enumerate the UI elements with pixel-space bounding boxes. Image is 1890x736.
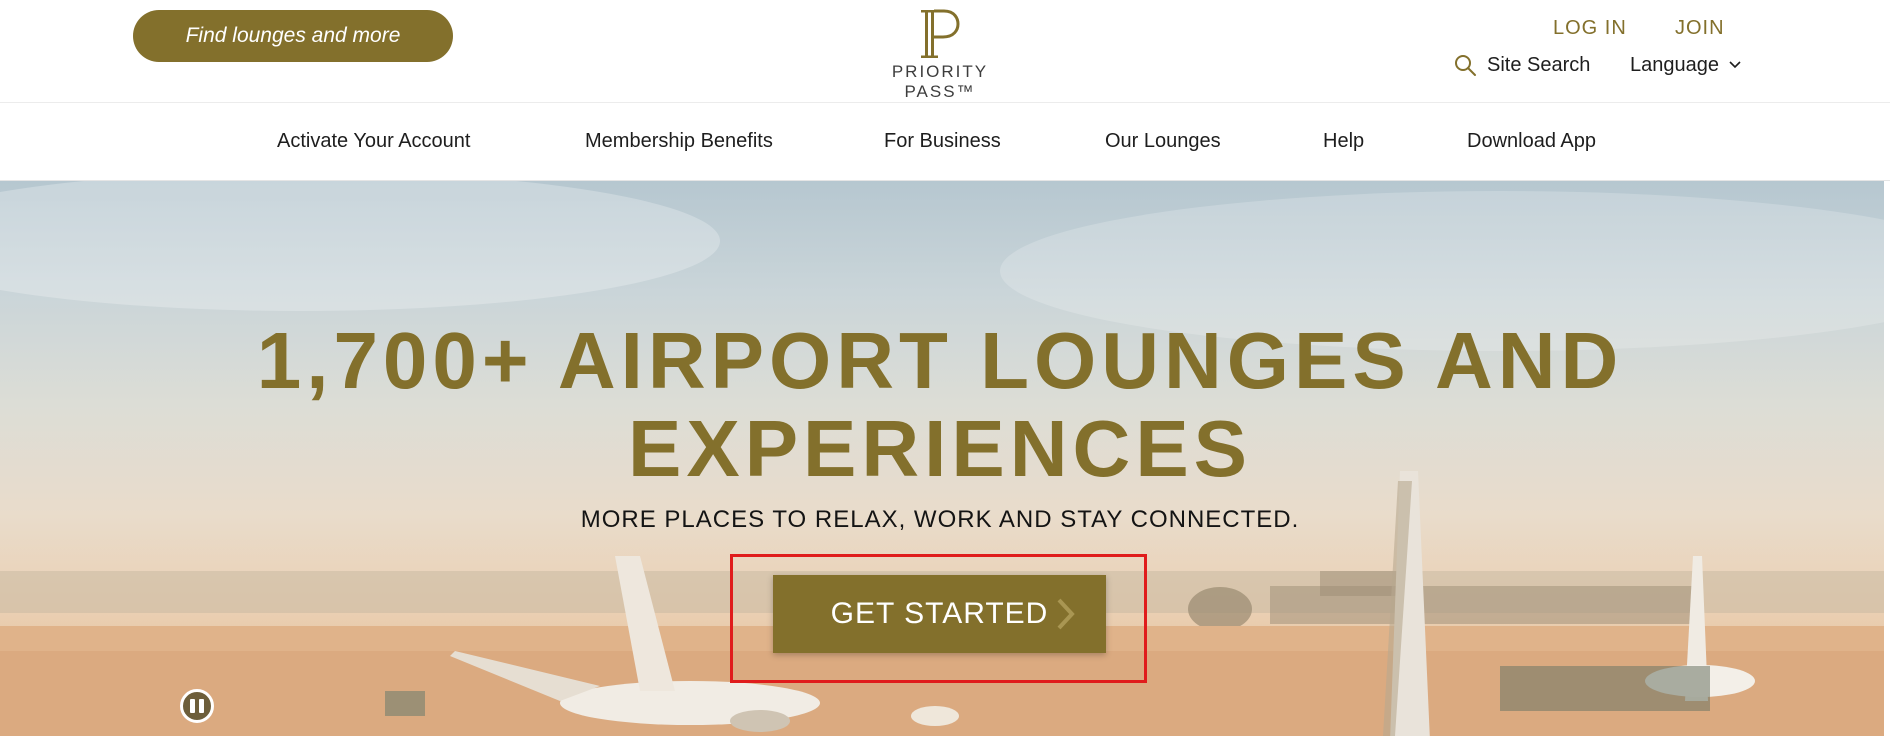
nav-item-our-lounges[interactable]: Our Lounges	[1105, 130, 1221, 153]
top-header: Find lounges and more PRIORITY PASS™ LOG…	[0, 0, 1890, 103]
login-link[interactable]: LOG IN	[1553, 17, 1627, 40]
search-icon	[1455, 55, 1476, 76]
nav-item-activate-account[interactable]: Activate Your Account	[277, 130, 470, 153]
logo-mark-icon	[921, 9, 960, 58]
get-started-label: GET STARTED	[830, 597, 1049, 630]
hero-title: 1,700+ AIRPORT LOUNGES AND EXPERIENCES	[0, 317, 1880, 493]
nav-item-for-business[interactable]: For Business	[884, 130, 1001, 153]
page-edge-strip	[1884, 181, 1890, 736]
hero-subtitle: MORE PLACES TO RELAX, WORK AND STAY CONN…	[580, 506, 1300, 533]
page: Find lounges and more PRIORITY PASS™ LOG…	[0, 0, 1890, 736]
chevron-down-icon	[1729, 61, 1741, 69]
hero-title-line-2: EXPERIENCES	[627, 404, 1253, 493]
pause-icon-bar	[199, 699, 204, 713]
chevron-right-icon	[1057, 598, 1075, 630]
nav-item-help[interactable]: Help	[1323, 130, 1364, 153]
main-nav: Activate Your Account Membership Benefit…	[0, 104, 1890, 181]
join-link[interactable]: JOIN	[1675, 17, 1725, 40]
site-search-button[interactable]: Site Search	[1453, 52, 1590, 78]
nav-item-membership-benefits[interactable]: Membership Benefits	[585, 130, 773, 153]
nav-item-download-app[interactable]: Download App	[1467, 130, 1596, 153]
get-started-button[interactable]: GET STARTED	[773, 575, 1106, 653]
priority-pass-logo[interactable]: PRIORITY PASS™	[860, 8, 1020, 101]
hero-title-line-1: 1,700+ AIRPORT LOUNGES AND	[256, 316, 1624, 405]
site-search-label: Site Search	[1487, 53, 1591, 76]
language-selector[interactable]: Language	[1630, 52, 1741, 78]
carousel-pause-button[interactable]	[180, 689, 214, 723]
logo-wordmark: PRIORITY PASS™	[891, 62, 989, 101]
hero-banner: 1,700+ AIRPORT LOUNGES AND EXPERIENCES M…	[0, 181, 1890, 736]
language-label: Language	[1630, 53, 1719, 76]
pause-icon	[190, 699, 195, 713]
find-lounges-button[interactable]: Find lounges and more	[133, 10, 453, 62]
